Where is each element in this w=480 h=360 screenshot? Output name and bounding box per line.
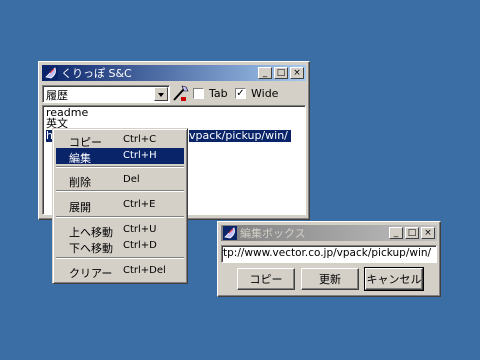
menu-item-shortcut: Ctrl+C — [123, 134, 157, 145]
cancel-button[interactable]: キャンセル — [364, 267, 424, 291]
wand-icon[interactable] — [171, 85, 189, 103]
menu-item-edit[interactable]: 編集 Ctrl+H — [56, 148, 184, 165]
menu-item-shortcut: Ctrl+D — [123, 240, 157, 251]
minimize-button[interactable]: _ — [258, 67, 272, 79]
menu-separator — [56, 166, 184, 168]
list-item-selected-tail[interactable]: vpack/pickup/win/ — [189, 130, 291, 142]
maximize-button[interactable]: □ — [405, 227, 419, 239]
edit-url-value: tp://www.vector.co.jp/vpack/pickup/win/ — [223, 247, 432, 259]
main-title-bar[interactable]: くりっぽ S&C _ □ × — [42, 65, 306, 81]
wide-label: Wide — [251, 87, 279, 100]
minimize-button[interactable]: _ — [389, 227, 403, 239]
chevron-down-icon[interactable] — [154, 87, 168, 101]
satellite-dish-icon — [223, 226, 237, 240]
history-combo-value: 履歴 — [46, 89, 68, 102]
edit-box-title-bar[interactable]: 編集ボックス _ □ × — [221, 225, 437, 241]
menu-item-expand[interactable]: 展開 Ctrl+E — [56, 197, 184, 214]
menu-item-label: 編集 — [69, 152, 91, 165]
menu-item-shortcut: Ctrl+U — [123, 224, 157, 235]
edit-box-window: 編集ボックス _ □ × tp://www.vector.co.jp/vpack… — [217, 221, 441, 297]
menu-separator — [56, 257, 184, 259]
menu-item-delete[interactable]: 削除 Del — [56, 172, 184, 189]
menu-item-move-up[interactable]: 上へ移動 Ctrl+U — [56, 222, 184, 239]
menu-separator — [56, 216, 184, 218]
menu-item-clear[interactable]: クリアー Ctrl+Del — [56, 263, 184, 280]
menu-item-shortcut: Ctrl+E — [123, 199, 156, 210]
menu-separator — [56, 190, 184, 192]
menu-item-copy[interactable]: コピー Ctrl+C — [56, 132, 184, 149]
main-window-title: くりっぽ S&C — [61, 67, 132, 80]
edit-box-title: 編集ボックス — [240, 227, 306, 240]
copy-button[interactable]: コピー — [237, 268, 295, 290]
wide-checkbox[interactable]: ✓ — [235, 88, 246, 99]
close-button[interactable]: × — [421, 227, 435, 239]
history-combo[interactable]: 履歴 — [42, 85, 170, 103]
context-menu: コピー Ctrl+C 編集 Ctrl+H 削除 Del 展開 Ctrl+E 上へ… — [52, 128, 188, 284]
update-button[interactable]: 更新 — [301, 268, 359, 290]
menu-item-label: 下へ移動 — [69, 242, 113, 255]
menu-item-label: クリアー — [69, 267, 113, 280]
menu-item-label: 展開 — [69, 201, 91, 214]
satellite-dish-icon — [44, 66, 58, 80]
menu-item-shortcut: Ctrl+H — [123, 150, 157, 161]
menu-item-move-down[interactable]: 下へ移動 Ctrl+D — [56, 238, 184, 255]
edit-url-input[interactable]: tp://www.vector.co.jp/vpack/pickup/win/ — [221, 245, 437, 263]
menu-item-label: 削除 — [69, 176, 91, 189]
tab-label: Tab — [209, 87, 228, 100]
close-button[interactable]: × — [290, 67, 304, 79]
menu-item-shortcut: Del — [123, 174, 140, 185]
menu-item-shortcut: Ctrl+Del — [123, 265, 166, 276]
tab-checkbox[interactable] — [193, 88, 204, 99]
maximize-button[interactable]: □ — [274, 67, 288, 79]
